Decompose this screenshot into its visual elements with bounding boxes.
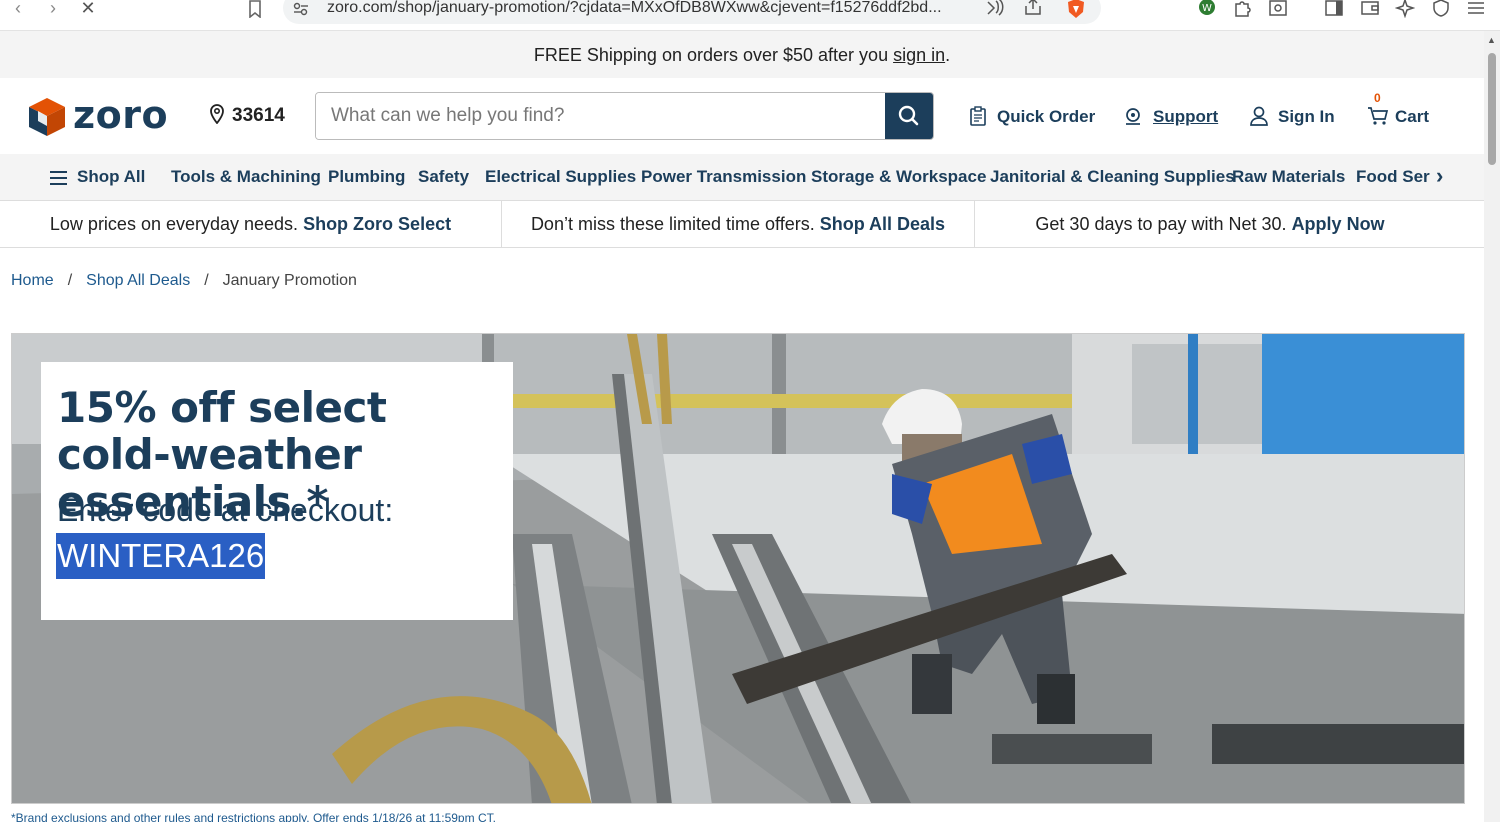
promo-fineprint: *Brand exclusions and other rules and re… <box>11 811 496 822</box>
support-headset-icon <box>1126 108 1140 125</box>
sign-in-header-link[interactable]: Sign In <box>1250 106 1335 128</box>
svg-text:W: W <box>1202 3 1212 14</box>
leo-icon[interactable] <box>1394 0 1416 20</box>
share-icon[interactable] <box>1022 0 1044 18</box>
breadcrumb: Home / Shop All Deals / January Promotion <box>11 272 357 290</box>
cart-icon <box>1368 107 1389 125</box>
search-bar <box>315 92 934 140</box>
brave-shield-icon[interactable] <box>1065 0 1087 18</box>
scrollbar-thumb[interactable] <box>1488 53 1496 165</box>
nav-food-service[interactable]: Food Serv <box>1356 167 1439 187</box>
zip-location[interactable]: 33614 <box>208 104 285 128</box>
nav-janitorial-cleaning[interactable]: Janitorial & Cleaning Supplies <box>990 167 1235 187</box>
forward-icon[interactable]: › <box>41 0 65 22</box>
category-nav: Shop All Tools & Machining Plumbing Safe… <box>0 154 1484 201</box>
cart-count-badge: 0 <box>1374 91 1381 105</box>
back-icon[interactable]: ‹ <box>6 0 30 22</box>
nav-raw-materials[interactable]: Raw Materials <box>1232 167 1345 187</box>
free-shipping-text: FREE Shipping on orders over $50 after y… <box>533 45 894 65</box>
promo-card: 15% off select cold-weather essentials.*… <box>41 362 513 620</box>
bookmark-icon[interactable] <box>243 0 267 22</box>
logo-wordmark: zoro <box>73 93 169 137</box>
vpn-icon[interactable] <box>1430 0 1452 20</box>
nav-power-transmission[interactable]: Power Transmission <box>641 167 806 187</box>
sign-in-label: Sign In <box>1278 107 1335 126</box>
url-text: zoro.com/shop/january-promotion/?cjdata=… <box>327 0 942 16</box>
search-icon <box>898 105 919 126</box>
sidebar-icon[interactable] <box>1323 0 1345 20</box>
user-icon <box>1250 106 1268 126</box>
breadcrumb-separator: / <box>67 272 73 289</box>
free-shipping-banner: FREE Shipping on orders over $50 after y… <box>0 31 1484 78</box>
site-header: zoro 33614 Quick Order Support Sign In 0… <box>0 78 1484 154</box>
cart-label: Cart <box>1395 107 1430 126</box>
read-aloud-icon[interactable] <box>985 0 1007 18</box>
free-shipping-suffix: . <box>945 45 951 65</box>
clipboard-icon <box>970 106 986 126</box>
offer-net-30: Get 30 days to pay with Net 30. Apply No… <box>975 201 1445 247</box>
quick-order-label: Quick Order <box>997 107 1096 126</box>
zip-code: 33614 <box>232 105 285 126</box>
apply-now-link[interactable]: Apply Now <box>1292 214 1385 234</box>
offer-text: Don’t miss these limited time offers. <box>530 214 820 234</box>
nav-safety[interactable]: Safety <box>418 167 469 187</box>
menu-icon[interactable] <box>1465 0 1487 20</box>
offer-text: Get 30 days to pay with Net 30. <box>1035 214 1292 234</box>
promo-subline: Enter code at checkout: <box>57 492 394 528</box>
nav-electrical-supplies[interactable]: Electrical Supplies <box>485 167 636 187</box>
breadcrumb-current: January Promotion <box>222 272 357 289</box>
stop-icon[interactable]: ✕ <box>76 0 100 22</box>
hero-banner[interactable]: 15% off select cold-weather essentials.*… <box>11 333 1465 804</box>
breadcrumb-home[interactable]: Home <box>11 272 54 289</box>
page-scrollbar[interactable]: ▲ <box>1484 31 1500 822</box>
breadcrumb-separator: / <box>204 272 209 289</box>
nav-shop-all[interactable]: Shop All <box>77 167 145 187</box>
wallet-icon[interactable] <box>1359 0 1381 20</box>
location-pin-icon <box>210 104 224 124</box>
offer-zoro-select: Low prices on everyday needs. Shop Zoro … <box>0 201 501 247</box>
browser-toolbar: ‹ › ✕ zoro.com/shop/january-promotion/?c… <box>0 0 1500 31</box>
search-input[interactable] <box>316 93 886 139</box>
cart-link[interactable]: Cart <box>1367 106 1429 128</box>
search-button[interactable] <box>885 93 933 139</box>
offer-text: Low prices on everyday needs. <box>49 214 304 234</box>
offers-strip: Low prices on everyday needs. Shop Zoro … <box>0 201 1484 248</box>
address-bar[interactable]: zoro.com/shop/january-promotion/?cjdata=… <box>283 0 1101 24</box>
nav-storage-workspace[interactable]: Storage & Workspace <box>811 167 986 187</box>
shop-all-deals-link[interactable]: Shop All Deals <box>820 214 945 234</box>
puzzle-icon[interactable] <box>1232 0 1254 20</box>
nav-tools-machining[interactable]: Tools & Machining <box>171 167 321 187</box>
site-info-icon[interactable] <box>293 2 309 16</box>
breadcrumb-shop-all-deals[interactable]: Shop All Deals <box>86 272 190 289</box>
promo-code[interactable]: WINTERA126 <box>56 533 266 579</box>
screenshot-icon[interactable] <box>1267 0 1289 20</box>
zoro-cube-icon <box>29 98 65 136</box>
offer-limited-time: Don’t miss these limited time offers. Sh… <box>502 201 974 247</box>
sign-in-link[interactable]: sign in <box>893 45 945 65</box>
quick-order-link[interactable]: Quick Order <box>969 106 1095 128</box>
scroll-up-icon[interactable]: ▲ <box>1487 35 1496 45</box>
zoro-logo[interactable]: zoro <box>28 93 174 137</box>
nav-plumbing[interactable]: Plumbing <box>328 167 405 187</box>
shop-zoro-select-link[interactable]: Shop Zoro Select <box>303 214 451 234</box>
hamburger-menu-icon[interactable] <box>50 171 67 185</box>
extension-icon[interactable]: W <box>1196 0 1218 20</box>
nav-scroll-right-chevron-icon[interactable]: › <box>1430 163 1444 189</box>
support-label: Support <box>1153 107 1219 126</box>
support-link[interactable]: Support <box>1123 106 1218 128</box>
